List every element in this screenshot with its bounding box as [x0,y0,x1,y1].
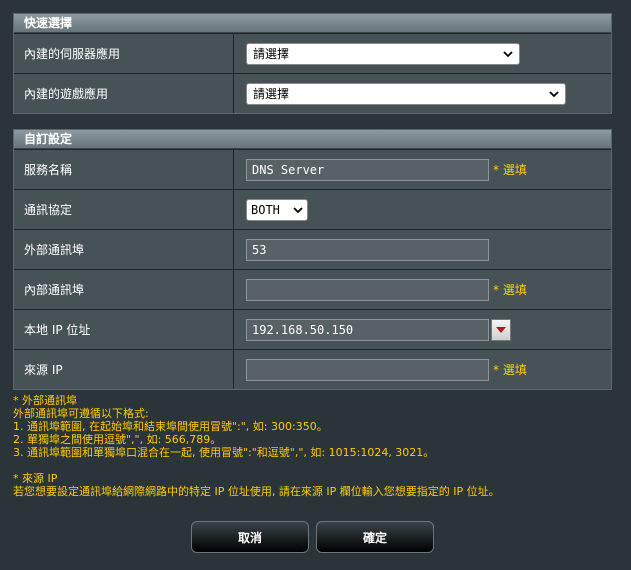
server-app-select-value: 請選擇 [253,47,290,61]
cancel-button[interactable]: 取消 [191,521,309,553]
external-port-row: 外部通訊埠 53 [14,229,611,269]
custom-settings-header: 自訂設定 [14,130,611,149]
server-app-label: 內建的伺服器應用 [14,34,234,73]
local-ip-dropdown-button[interactable] [491,318,511,341]
source-ip-note-title: * 來源 IP [13,472,58,485]
help-notes: * 外部通訊埠 外部通訊埠可遵循以下格式: 1. 通訊埠範圍, 在起始埠和結束埠… [13,394,613,498]
game-app-select[interactable]: 請選擇 [246,82,566,105]
internal-port-row: 內部通訊埠 * 選填 [14,269,611,309]
external-port-label: 外部通訊埠 [14,230,234,269]
internal-port-input[interactable] [246,278,489,301]
chevron-down-icon [549,89,559,99]
game-app-select-value: 請選擇 [253,87,290,101]
external-port-note-title: * 外部通訊埠 [13,394,77,407]
protocol-label: 通訊協定 [14,190,234,229]
quick-select-header: 快速選擇 [14,14,611,33]
source-ip-label: 來源 IP [14,350,234,389]
local-ip-label: 本地 IP 位址 [14,310,234,349]
server-app-row: 內建的伺服器應用 請選擇 [14,33,611,73]
chevron-down-icon [293,205,303,215]
service-name-input[interactable]: DNS Server [246,158,489,181]
internal-port-label: 內部通訊埠 [14,270,234,309]
quick-select-section: 快速選擇 內建的伺服器應用 請選擇 內建的遊戲應用 請選擇 [13,13,612,114]
local-ip-input[interactable]: 192.168.50.150 [246,318,489,341]
service-name-label: 服務名稱 [14,150,234,189]
service-name-row: 服務名稱 DNS Server * 選填 [14,149,611,189]
external-port-input[interactable]: 53 [246,238,489,261]
chevron-down-icon [503,49,513,59]
external-port-note-line: 外部通訊埠可遵循以下格式: [13,407,149,420]
source-ip-note-line: 若您想要設定通訊埠給網際網路中的特定 IP 位址使用, 請在來源 IP 欄位輸入… [13,485,500,498]
local-ip-row: 本地 IP 位址 192.168.50.150 [14,309,611,349]
external-port-note-line: 3. 通訊埠範圍和單獨埠口混合在一起, 使用冒號":"和逗號",", 如: 10… [13,446,435,459]
source-ip-optional-hint: * 選填 [493,363,527,377]
protocol-select-value: BOTH [251,202,280,217]
protocol-row: 通訊協定 BOTH [14,189,611,229]
custom-settings-section: 自訂設定 服務名稱 DNS Server * 選填 通訊協定 BOTH 外部通訊… [13,129,612,390]
external-port-note-line: 2. 單獨埠之間使用逗號",", 如: 566,789。 [13,433,222,446]
source-ip-input[interactable] [246,358,489,381]
game-app-label: 內建的遊戲應用 [14,74,234,113]
protocol-select[interactable]: BOTH [246,198,308,221]
triangle-down-icon [496,326,506,333]
game-app-row: 內建的遊戲應用 請選擇 [14,73,611,113]
service-name-optional-hint: * 選填 [493,163,527,177]
server-app-select[interactable]: 請選擇 [246,42,520,65]
ok-button[interactable]: 確定 [316,521,434,553]
external-port-note-line: 1. 通訊埠範圍, 在起始埠和結束埠間使用冒號":", 如: 300:350。 [13,420,328,433]
source-ip-row: 來源 IP * 選填 [14,349,611,389]
internal-port-optional-hint: * 選填 [493,283,527,297]
